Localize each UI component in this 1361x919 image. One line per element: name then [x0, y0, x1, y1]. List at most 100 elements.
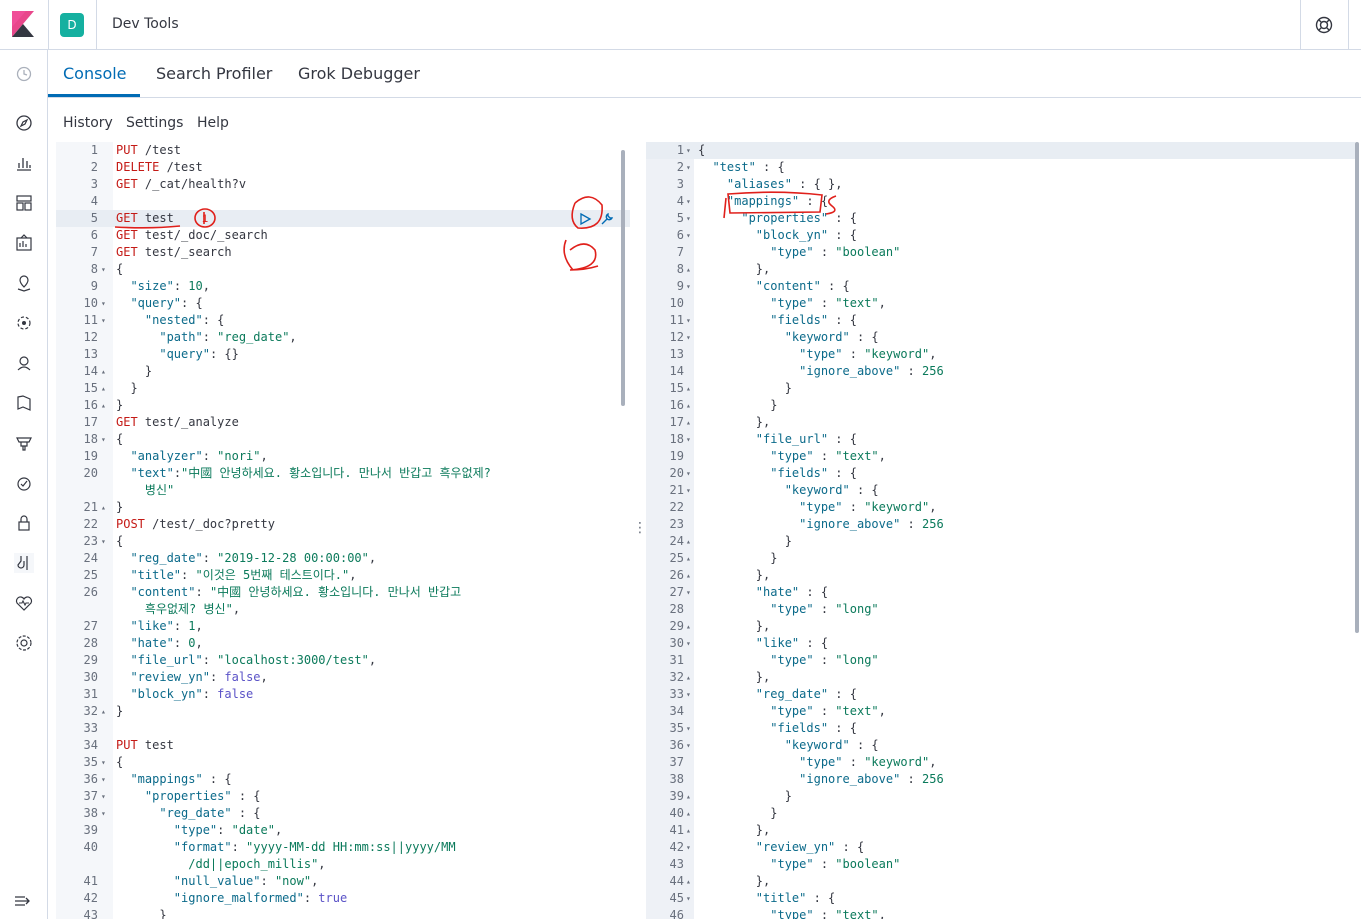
code-line[interactable]: 31 "block_yn": false: [56, 686, 630, 703]
fold-collapse-icon[interactable]: ▾: [686, 329, 696, 346]
code-line[interactable]: 20 "text":"中國 안녕하세요. 황소입니다. 만나서 반갑고 흑우없제…: [56, 465, 630, 482]
run-request-icon[interactable]: [578, 211, 592, 226]
code-line[interactable]: 38 "ignore_above" : 256: [646, 771, 1355, 788]
code-line[interactable]: 10 "type" : "text",: [646, 295, 1355, 312]
code-line[interactable]: 1 PUT /test: [56, 142, 630, 159]
code-line[interactable]: 21 ▾ "keyword" : {: [646, 482, 1355, 499]
fold-expand-icon[interactable]: ▴: [686, 533, 696, 550]
monitoring-icon[interactable]: [14, 593, 34, 613]
fold-expand-icon[interactable]: ▴: [686, 805, 696, 822]
fold-expand-icon[interactable]: ▴: [101, 499, 111, 516]
fold-expand-icon[interactable]: ▴: [686, 397, 696, 414]
code-line[interactable]: 8 ▾ {: [56, 261, 630, 278]
code-line[interactable]: 30 "review_yn": false,: [56, 669, 630, 686]
code-line[interactable]: 17 GET test/_analyze: [56, 414, 630, 431]
fold-collapse-icon[interactable]: ▾: [686, 465, 696, 482]
space-avatar[interactable]: D: [60, 13, 84, 37]
fold-collapse-icon[interactable]: ▾: [686, 686, 696, 703]
code-line[interactable]: 42 "ignore_malformed": true: [56, 890, 630, 907]
fold-collapse-icon[interactable]: ▾: [686, 839, 696, 856]
ml-icon[interactable]: [14, 313, 34, 333]
code-line[interactable]: 45 ▾ "title" : {: [646, 890, 1355, 907]
fold-expand-icon[interactable]: ▴: [101, 703, 111, 720]
visualize-icon[interactable]: [14, 153, 34, 173]
uptime-icon[interactable]: [14, 473, 34, 493]
fold-collapse-icon[interactable]: ▾: [101, 771, 111, 788]
discover-icon[interactable]: [14, 113, 34, 133]
code-line[interactable]: 18 ▾ "file_url" : {: [646, 431, 1355, 448]
fold-collapse-icon[interactable]: ▾: [686, 142, 696, 159]
code-line[interactable]: 13 "type" : "keyword",: [646, 346, 1355, 363]
code-line[interactable]: 흑우없제? 병신",: [56, 601, 630, 618]
wrench-icon[interactable]: [599, 211, 614, 225]
fold-expand-icon[interactable]: ▴: [686, 873, 696, 890]
code-line[interactable]: 11 ▾ "fields" : {: [646, 312, 1355, 329]
code-line[interactable]: 35 ▾ "fields" : {: [646, 720, 1355, 737]
code-line[interactable]: 3 "aliases" : { },: [646, 176, 1355, 193]
recent-icon[interactable]: [14, 64, 34, 84]
code-line[interactable]: 27 ▾ "hate" : {: [646, 584, 1355, 601]
fold-expand-icon[interactable]: ▴: [686, 618, 696, 635]
code-line[interactable]: 28 "type" : "long": [646, 601, 1355, 618]
code-line[interactable]: 41 "null_value": "now",: [56, 873, 630, 890]
code-line[interactable]: 26 "content": "中國 안녕하세요. 황소입니다. 만나서 반갑고: [56, 584, 630, 601]
fold-collapse-icon[interactable]: ▾: [686, 227, 696, 244]
fold-collapse-icon[interactable]: ▾: [686, 159, 696, 176]
fold-collapse-icon[interactable]: ▾: [686, 278, 696, 295]
collapse-nav-icon[interactable]: [13, 893, 33, 907]
tab-console[interactable]: Console: [63, 64, 127, 83]
code-line[interactable]: 23 "ignore_above" : 256: [646, 516, 1355, 533]
fold-collapse-icon[interactable]: ▾: [686, 737, 696, 754]
fold-collapse-icon[interactable]: ▾: [686, 890, 696, 907]
code-line[interactable]: 31 "type" : "long": [646, 652, 1355, 669]
code-line[interactable]: 25 ▴ }: [646, 550, 1355, 567]
tab-grok-debugger[interactable]: Grok Debugger: [298, 64, 420, 83]
fold-collapse-icon[interactable]: ▾: [686, 482, 696, 499]
code-line[interactable]: 32 ▴ },: [646, 669, 1355, 686]
code-line[interactable]: 16 ▴ }: [646, 397, 1355, 414]
fold-collapse-icon[interactable]: ▾: [686, 210, 696, 227]
code-line[interactable]: 16 ▴}: [56, 397, 630, 414]
code-line[interactable]: 4 ▾ "mappings" : {: [646, 193, 1355, 210]
code-line[interactable]: 35 ▾ {: [56, 754, 630, 771]
fold-collapse-icon[interactable]: ▾: [101, 754, 111, 771]
maps-icon[interactable]: [14, 273, 34, 293]
code-line[interactable]: 36 ▾ "mappings" : {: [56, 771, 630, 788]
code-line[interactable]: 25 "title": "이것은 5번째 테스트이다.",: [56, 567, 630, 584]
code-line[interactable]: 18 ▾ {: [56, 431, 630, 448]
code-line[interactable]: 2 ▾ "test" : {: [646, 159, 1355, 176]
code-line[interactable]: 6 GET test/_doc/_search: [56, 227, 630, 244]
code-line[interactable]: 29 "file_url": "localhost:3000/test",: [56, 652, 630, 669]
code-line[interactable]: 20 ▾ "fields" : {: [646, 465, 1355, 482]
code-line[interactable]: 40 ▴ }: [646, 805, 1355, 822]
code-line[interactable]: 19 "analyzer": "nori",: [56, 448, 630, 465]
apm-icon[interactable]: [14, 433, 34, 453]
fold-expand-icon[interactable]: ▴: [686, 788, 696, 805]
code-line[interactable]: 27 "like": 1,: [56, 618, 630, 635]
fold-collapse-icon[interactable]: ▾: [101, 788, 111, 805]
code-line[interactable]: 6 ▾ "block_yn" : {: [646, 227, 1355, 244]
logs-icon[interactable]: [14, 393, 34, 413]
fold-collapse-icon[interactable]: ▾: [686, 584, 696, 601]
code-line[interactable]: 13 "query": {}: [56, 346, 630, 363]
code-line[interactable]: 24 ▴ }: [646, 533, 1355, 550]
metrics-icon[interactable]: [14, 353, 34, 373]
fold-collapse-icon[interactable]: ▾: [686, 635, 696, 652]
fold-collapse-icon[interactable]: ▾: [686, 193, 696, 210]
panel-resizer[interactable]: ⋮: [633, 520, 647, 536]
code-line[interactable]: 32 ▴}: [56, 703, 630, 720]
code-line[interactable]: 26 ▴ },: [646, 567, 1355, 584]
code-line[interactable]: 12 "path": "reg_date",: [56, 329, 630, 346]
help-icon[interactable]: [1315, 16, 1333, 34]
code-line[interactable]: 3 GET /_cat/health?v: [56, 176, 630, 193]
fold-expand-icon[interactable]: ▴: [686, 380, 696, 397]
code-line[interactable]: 30 ▾ "like" : {: [646, 635, 1355, 652]
fold-expand-icon[interactable]: ▴: [101, 363, 111, 380]
code-line[interactable]: 33: [56, 720, 630, 737]
code-line[interactable]: 39 ▴ }: [646, 788, 1355, 805]
code-line[interactable]: 40 "format": "yyyy-MM-dd HH:mm:ss||yyyy/…: [56, 839, 630, 856]
code-line[interactable]: 9 "size": 10,: [56, 278, 630, 295]
code-line[interactable]: 1 ▾{: [646, 142, 1355, 159]
fold-expand-icon[interactable]: ▴: [101, 380, 111, 397]
fold-expand-icon[interactable]: ▴: [686, 550, 696, 567]
